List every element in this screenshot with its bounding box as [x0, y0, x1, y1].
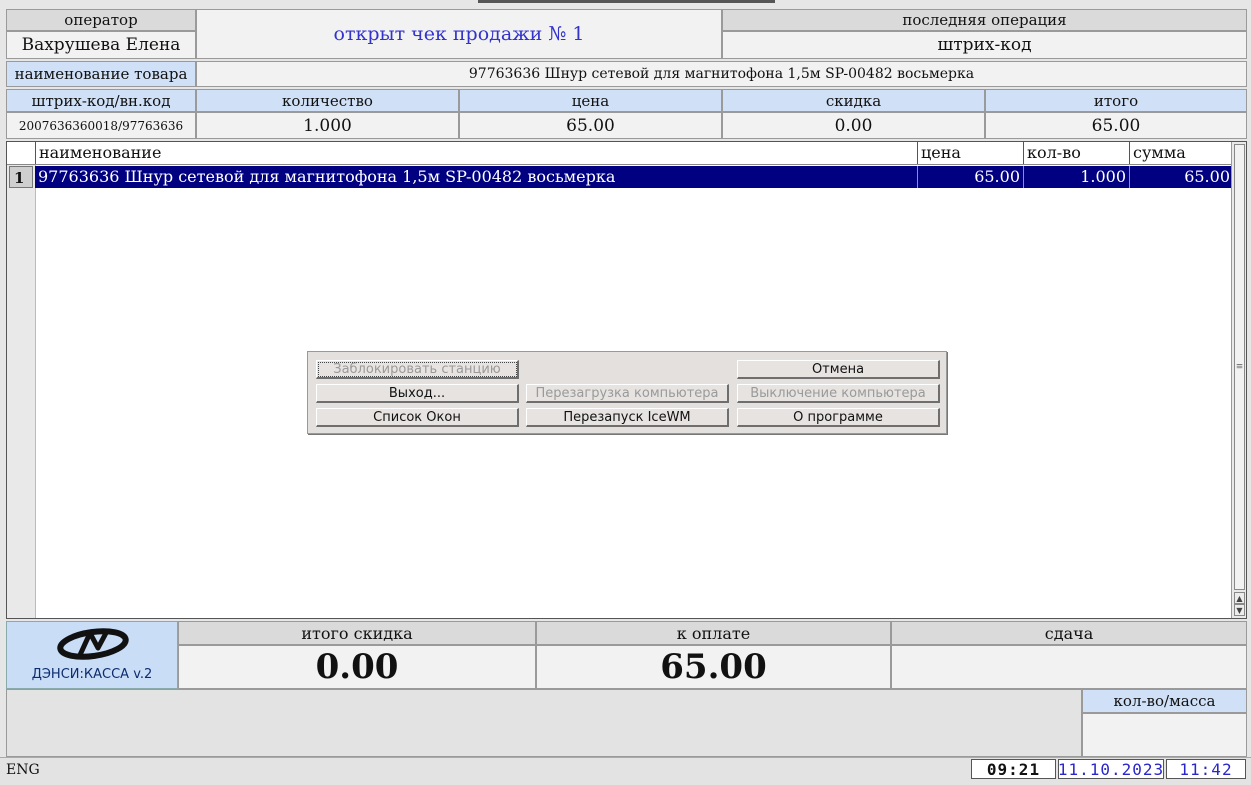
top-indicator [478, 0, 775, 3]
to-pay-label: к оплате [536, 621, 891, 645]
row-number: 1 [9, 166, 33, 188]
total-discount-value: 0.00 [178, 645, 536, 689]
barcode-value: 2007636360018/97763636 [6, 112, 196, 139]
qty-label: количество [196, 89, 459, 112]
last-operation-label: последняя операция [722, 9, 1247, 31]
logout-dialog: Заблокировать станцию Отмена Выход... Пе… [307, 351, 947, 434]
row-qty: 1.000 [1023, 166, 1129, 188]
row-name: 97763636 Шнур сетевой для магнитофона 1,… [38, 167, 616, 186]
scroll-down-icon[interactable]: ▼ [1234, 604, 1245, 616]
exit-button[interactable]: Выход... [316, 384, 519, 403]
reboot-button[interactable]: Перезагрузка компьютера [526, 384, 729, 403]
shutdown-button[interactable]: Выключение компьютера [737, 384, 940, 403]
col-price-header[interactable]: цена [917, 142, 1023, 164]
qty-mass-value [1082, 713, 1247, 757]
scrollbar-thumb[interactable]: ≡ [1234, 144, 1245, 590]
price-label: цена [459, 89, 722, 112]
operator-name: Вахрушева Елена [6, 31, 196, 59]
lock-station-button[interactable]: Заблокировать станцию [316, 360, 519, 379]
clock-primary: 09:21 [971, 759, 1056, 779]
densi-logo: ДЭНСИ:КАССА v.2 [6, 621, 178, 689]
scroll-up-icon[interactable]: ▲ [1234, 592, 1245, 604]
clock-secondary: 11:42 [1166, 759, 1246, 779]
row-price: 65.00 [917, 166, 1023, 188]
change-label: сдача [891, 621, 1247, 645]
keyboard-layout[interactable]: ENG [6, 762, 40, 778]
vertical-scrollbar[interactable]: ≡ ▲ ▼ [1231, 142, 1246, 618]
total-value: 65.00 [985, 112, 1247, 139]
total-label: итого [985, 89, 1247, 112]
logo-text: ДЭНСИ:КАССА v.2 [31, 667, 153, 682]
discount-value: 0.00 [722, 112, 985, 139]
last-operation-value: штрих-код [722, 31, 1247, 59]
col-sum-header[interactable]: сумма [1129, 142, 1233, 164]
item-name-value: 97763636 Шнур сетевой для магнитофона 1,… [196, 61, 1247, 87]
price-value: 65.00 [459, 112, 722, 139]
row-number-column [7, 142, 36, 618]
item-name-label: наименование товара [6, 61, 196, 87]
col-qty-header[interactable]: кол-во [1023, 142, 1129, 164]
row-sum: 65.00 [1129, 166, 1233, 188]
about-button[interactable]: О программе [737, 408, 940, 427]
window-list-button[interactable]: Список Окон [316, 408, 519, 427]
table-row[interactable]: 97763636 Шнур сетевой для магнитофона 1,… [35, 166, 1233, 188]
cancel-button[interactable]: Отмена [737, 360, 940, 379]
date-display: 11.10.2023 [1057, 759, 1165, 779]
restart-wm-button[interactable]: Перезапуск IceWM [526, 408, 729, 427]
change-value [891, 645, 1247, 689]
discount-label: скидка [722, 89, 985, 112]
to-pay-value: 65.00 [536, 645, 891, 689]
col-name-header[interactable]: наименование [35, 142, 917, 164]
total-discount-label: итого скидка [178, 621, 536, 645]
qty-value: 1.000 [196, 112, 459, 139]
message-area [6, 689, 1082, 757]
qty-mass-label: кол-во/масса [1082, 689, 1247, 713]
receipt-status: открыт чек продажи № 1 [196, 9, 722, 59]
operator-label: оператор [6, 9, 196, 31]
table-header: наименование цена кол-во сумма [7, 142, 1233, 165]
densi-logo-icon [57, 628, 129, 660]
barcode-label: штрих-код/вн.код [6, 89, 196, 112]
